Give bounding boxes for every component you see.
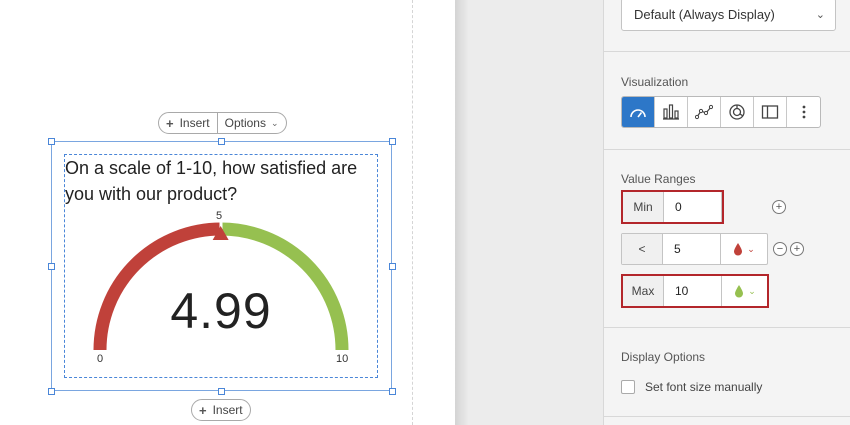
plus-icon: + [199,402,207,418]
breakdown-icon [729,104,745,120]
threshold-value-input[interactable]: 5 [663,234,720,264]
remove-range-button[interactable]: − [773,242,787,256]
gauge-icon [630,109,646,118]
gauge-max-label: 10 [336,353,349,365]
viz-table-button[interactable] [754,97,787,127]
table-icon [761,105,779,119]
plus-icon: + [793,242,801,255]
bar-chart-icon [663,104,679,120]
viz-breakdown-button[interactable] [721,97,754,127]
gauge-value: 4.99 [170,283,272,339]
display-mode-value: Default (Always Display) [634,7,775,22]
gauge-chart [93,221,349,351]
widget-bottom-toolbar: + Insert [191,399,251,421]
visualization-section-title: Visualization [621,75,689,89]
plus-icon: + [775,200,783,213]
canvas-shadow [455,0,469,425]
threshold-color-picker[interactable]: ⌄ [720,234,767,264]
display-mode-dropdown[interactable]: Default (Always Display) ⌄ [621,0,836,31]
minus-icon: − [776,242,784,255]
viz-more-button[interactable] [787,97,820,127]
viz-gauge-button[interactable] [622,97,655,127]
font-size-checkbox[interactable] [621,380,635,394]
insert-below-button[interactable]: + Insert [192,400,250,420]
line-chart-icon [695,104,713,120]
gauge-min-label: 0 [97,353,104,365]
add-range-button[interactable]: + [772,200,786,214]
threshold-operator-label: < [622,234,663,264]
section-divider [603,416,850,417]
max-row-highlight [621,274,769,308]
min-row-highlight [621,190,724,224]
chevron-down-icon: ⌄ [747,243,755,254]
viz-line-chart-button[interactable] [688,97,721,127]
section-divider [603,51,850,52]
gauge-mid-label: 5 [216,210,223,222]
add-range-button[interactable]: + [790,242,804,256]
more-vertical-icon [802,105,805,119]
threshold-range-row: < 5 ⌄ [621,233,768,265]
font-size-checkbox-label: Set font size manually [645,380,763,394]
insert-label: Insert [212,403,243,417]
color-drop-icon [734,243,743,256]
value-ranges-section-title: Value Ranges [621,172,696,186]
visualization-type-picker [621,96,821,128]
section-divider [603,327,850,328]
canvas-gutter [455,0,603,425]
display-options-section-title: Display Options [621,350,706,364]
chevron-down-icon: ⌄ [815,9,825,21]
viz-bar-chart-button[interactable] [655,97,688,127]
section-divider [603,149,850,150]
